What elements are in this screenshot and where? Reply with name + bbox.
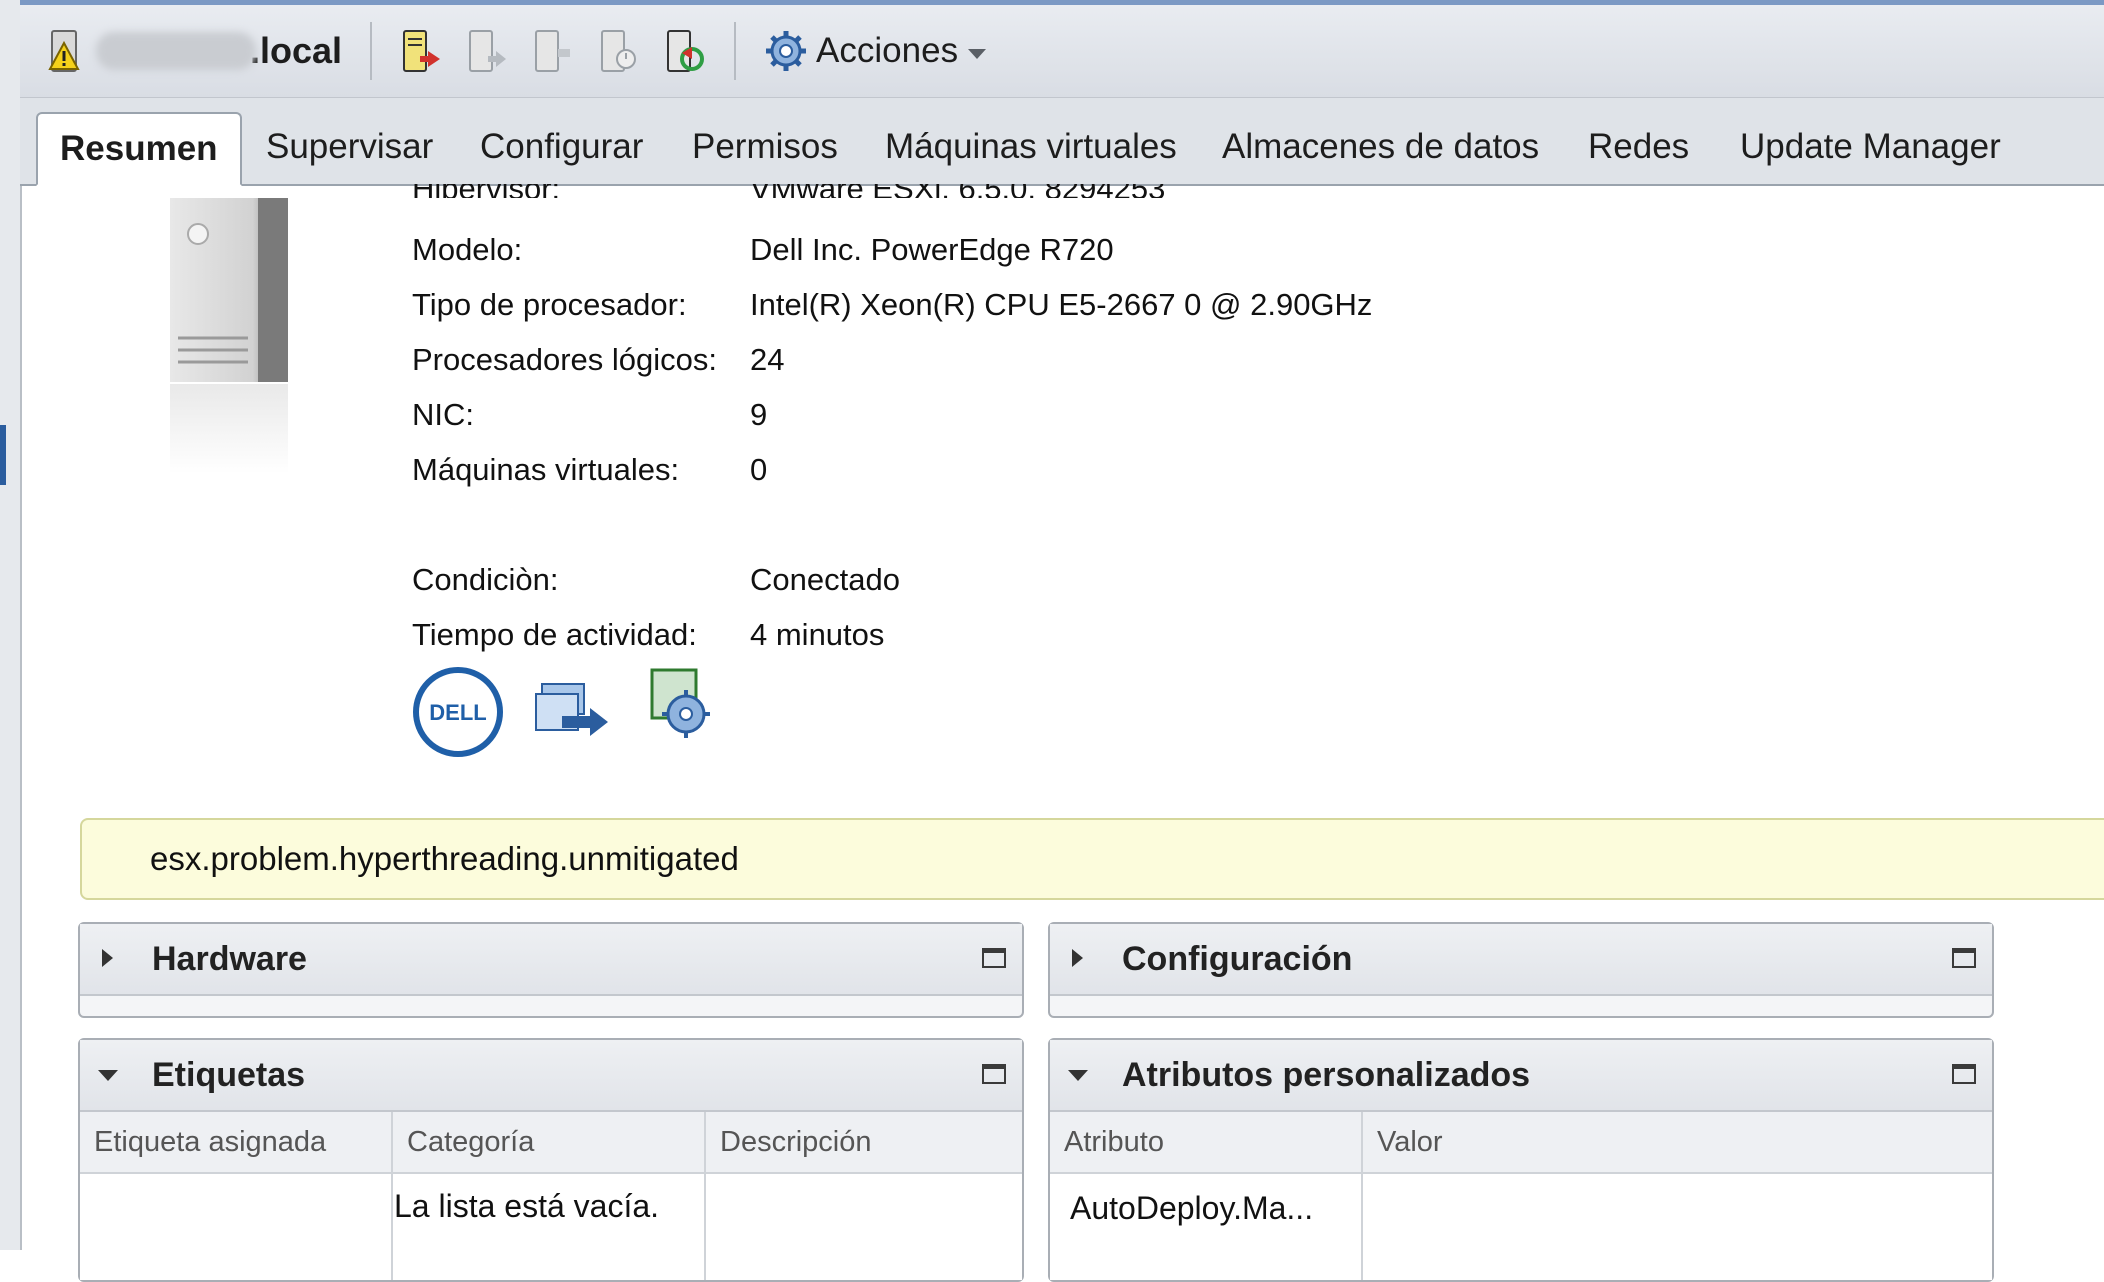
column-header-categoria[interactable]: Categoría — [393, 1112, 706, 1172]
truncated-hypervisor-value: VMware ESXi, 6.5.0, 8294253 — [750, 184, 1165, 198]
vendor-icons: DELL — [412, 662, 732, 767]
tab-maquinas-virtuales[interactable]: Máquinas virtuales — [885, 114, 1177, 180]
tab-update-manager[interactable]: Update Manager — [1740, 114, 2001, 180]
tab-permisos[interactable]: Permisos — [692, 114, 838, 180]
portlet-hardware: Hardware — [78, 922, 1024, 1018]
host-disconnect-icon[interactable] — [530, 29, 574, 73]
expand-arrow-icon[interactable] — [102, 949, 113, 967]
portlet-header[interactable]: Atributos personalizados — [1050, 1040, 1992, 1112]
dell-logo-icon[interactable]: DELL — [413, 667, 503, 757]
portlet-atributos-personalizados: Atributos personalizados Atributo Valor … — [1048, 1038, 1994, 1282]
tab-configurar[interactable]: Configurar — [480, 114, 643, 180]
portlet-header[interactable]: Configuración — [1050, 924, 1992, 996]
portlet-header[interactable]: Hardware — [80, 924, 1022, 996]
table-row[interactable]: AutoDeploy.Ma... — [1050, 1172, 1992, 1242]
info-value-condicion: Conectado — [750, 562, 900, 597]
info-label-tiempo-actividad: Tiempo de actividad: — [412, 617, 697, 652]
info-label-modelo: Modelo: — [412, 232, 523, 267]
portlet-etiquetas: Etiquetas Etiqueta asignada Categoría De… — [78, 1038, 1024, 1282]
tab-redes[interactable]: Redes — [1588, 114, 1689, 180]
tab-supervisar[interactable]: Supervisar — [266, 114, 433, 180]
navigator-selection-marker — [0, 425, 6, 485]
attribute-name-cell: AutoDeploy.Ma... — [1070, 1190, 1314, 1226]
info-value-nic: 9 — [750, 397, 768, 432]
toolbar-separator — [370, 22, 373, 80]
attributes-grid: Atributo Valor AutoDeploy.Ma... — [1050, 1112, 1992, 1280]
portlet-title: Configuración — [1122, 940, 1353, 978]
collapse-arrow-icon[interactable] — [1068, 1070, 1088, 1081]
actions-label: Acciones — [816, 31, 959, 70]
alert-message: esx.problem.hyperthreading.unmitigated — [150, 840, 739, 877]
svg-text:DELL: DELL — [429, 700, 486, 725]
info-value-procesadores-logicos: 24 — [750, 342, 785, 377]
column-header-etiqueta[interactable]: Etiqueta asignada — [80, 1112, 393, 1172]
grid-column — [80, 1172, 393, 1280]
info-value-maquinas-virtuales: 0 — [750, 452, 768, 487]
host-operation-icon[interactable] — [464, 29, 508, 73]
portlet-title: Hardware — [152, 940, 307, 978]
column-header-atributo[interactable]: Atributo — [1050, 1112, 1363, 1172]
grid-header: Etiqueta asignada Categoría Descripción — [80, 1112, 1022, 1174]
info-label-nic: NIC: — [412, 397, 474, 432]
tab-resumen[interactable]: Resumen — [36, 112, 242, 186]
empty-list-text: La lista está vacía. — [394, 1188, 660, 1224]
toolbar-separator — [734, 22, 737, 80]
maximize-icon[interactable] — [1952, 948, 1976, 968]
portlet-configuracion: Configuración — [1048, 922, 1994, 1018]
info-label-condicion: Condiciòn: — [412, 562, 559, 597]
info-value-tiempo-actividad: 4 minutos — [750, 617, 885, 652]
host-reboot-icon[interactable] — [662, 29, 706, 73]
gear-icon — [766, 31, 807, 71]
maximize-icon[interactable] — [982, 1064, 1006, 1084]
host-warning-icon — [42, 29, 86, 73]
maximize-icon[interactable] — [982, 948, 1006, 968]
chevron-down-icon — [968, 49, 987, 59]
column-header-valor[interactable]: Valor — [1363, 1112, 1990, 1172]
tab-almacenes-de-datos[interactable]: Almacenes de datos — [1222, 114, 1539, 180]
export-icon[interactable] — [535, 683, 608, 736]
tags-grid: Etiqueta asignada Categoría Descripción … — [80, 1112, 1022, 1280]
portlet-title: Atributos personalizados — [1122, 1056, 1531, 1094]
tab-bar: Resumen Supervisar Configurar Permisos M… — [20, 98, 2104, 186]
info-value-modelo: Dell Inc. PowerEdge R720 — [750, 232, 1114, 267]
maximize-icon[interactable] — [1952, 1064, 1976, 1084]
host-name-redacted — [96, 32, 256, 70]
expand-arrow-icon[interactable] — [1072, 949, 1083, 967]
info-label-tipo-procesador: Tipo de procesador: — [412, 287, 687, 322]
info-label-maquinas-virtuales: Máquinas virtuales: — [412, 452, 680, 487]
info-label-procesadores-logicos: Procesadores lógicos: — [412, 342, 717, 377]
host-power-icon[interactable] — [596, 29, 640, 73]
portlet-header[interactable]: Etiquetas — [80, 1040, 1022, 1112]
object-toolbar: .local Acciones — [20, 5, 2104, 98]
hardware-settings-icon[interactable] — [650, 668, 710, 738]
column-header-descripcion[interactable]: Descripción — [706, 1112, 1020, 1172]
enter-maintenance-icon[interactable] — [398, 29, 442, 73]
host-name-suffix: .local — [250, 30, 343, 71]
server-image — [150, 198, 310, 478]
portlet-title: Etiquetas — [152, 1056, 306, 1094]
actions-menu[interactable]: Acciones — [764, 29, 987, 73]
grid-header: Atributo Valor — [1050, 1112, 1992, 1174]
host-title: .local — [96, 30, 342, 72]
truncated-hypervisor-label: Hipervisor: — [412, 184, 560, 198]
collapse-arrow-icon[interactable] — [98, 1070, 118, 1081]
left-navigator-edge — [0, 0, 22, 1250]
info-value-tipo-procesador: Intel(R) Xeon(R) CPU E5-2667 0 @ 2.90GHz — [750, 287, 1373, 322]
host-summary-window: .local Acciones Resumen Supervisar Confi… — [20, 0, 2104, 1282]
warning-alert-banner: esx.problem.hyperthreading.unmitigated — [80, 818, 2104, 900]
